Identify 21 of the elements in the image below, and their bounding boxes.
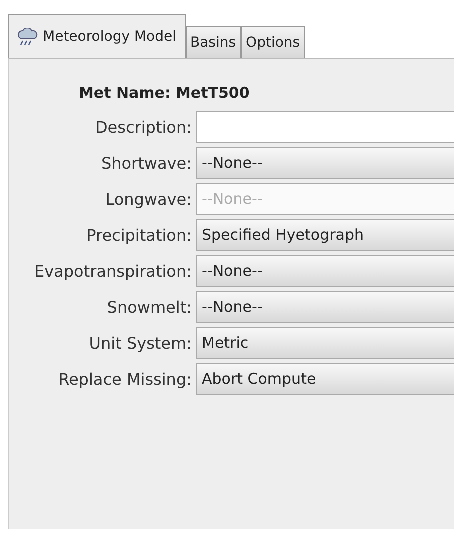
cloud-rain-icon [17, 28, 39, 46]
met-name-value: MetT500 [176, 84, 250, 102]
dropdown[interactable]: --None-- [196, 255, 454, 287]
field-label: Snowmelt: [106, 298, 192, 316]
tab[interactable]: Basins [186, 26, 242, 58]
description-field[interactable] [196, 111, 454, 143]
dropdown[interactable]: Metric [196, 327, 454, 359]
field-label: Precipitation: [86, 226, 192, 244]
tab[interactable]: Meteorology Model [8, 14, 186, 58]
field-label: Unit System: [88, 334, 192, 352]
dropdown[interactable]: Abort Compute [196, 363, 454, 395]
met-name-label: Met Name: [79, 84, 171, 102]
field-label: Longwave: [104, 190, 192, 208]
field-label: Description: [94, 118, 192, 136]
dropdown[interactable]: Specified Hyetograph [196, 219, 454, 251]
dropdown[interactable]: --None-- [196, 147, 454, 179]
field-label: Replace Missing: [58, 370, 192, 388]
field-label: Evapotranspiration: [34, 262, 192, 280]
field-label: Shortwave: [100, 154, 192, 172]
dropdown[interactable]: --None-- [196, 291, 454, 323]
tab[interactable]: Options [241, 26, 306, 58]
